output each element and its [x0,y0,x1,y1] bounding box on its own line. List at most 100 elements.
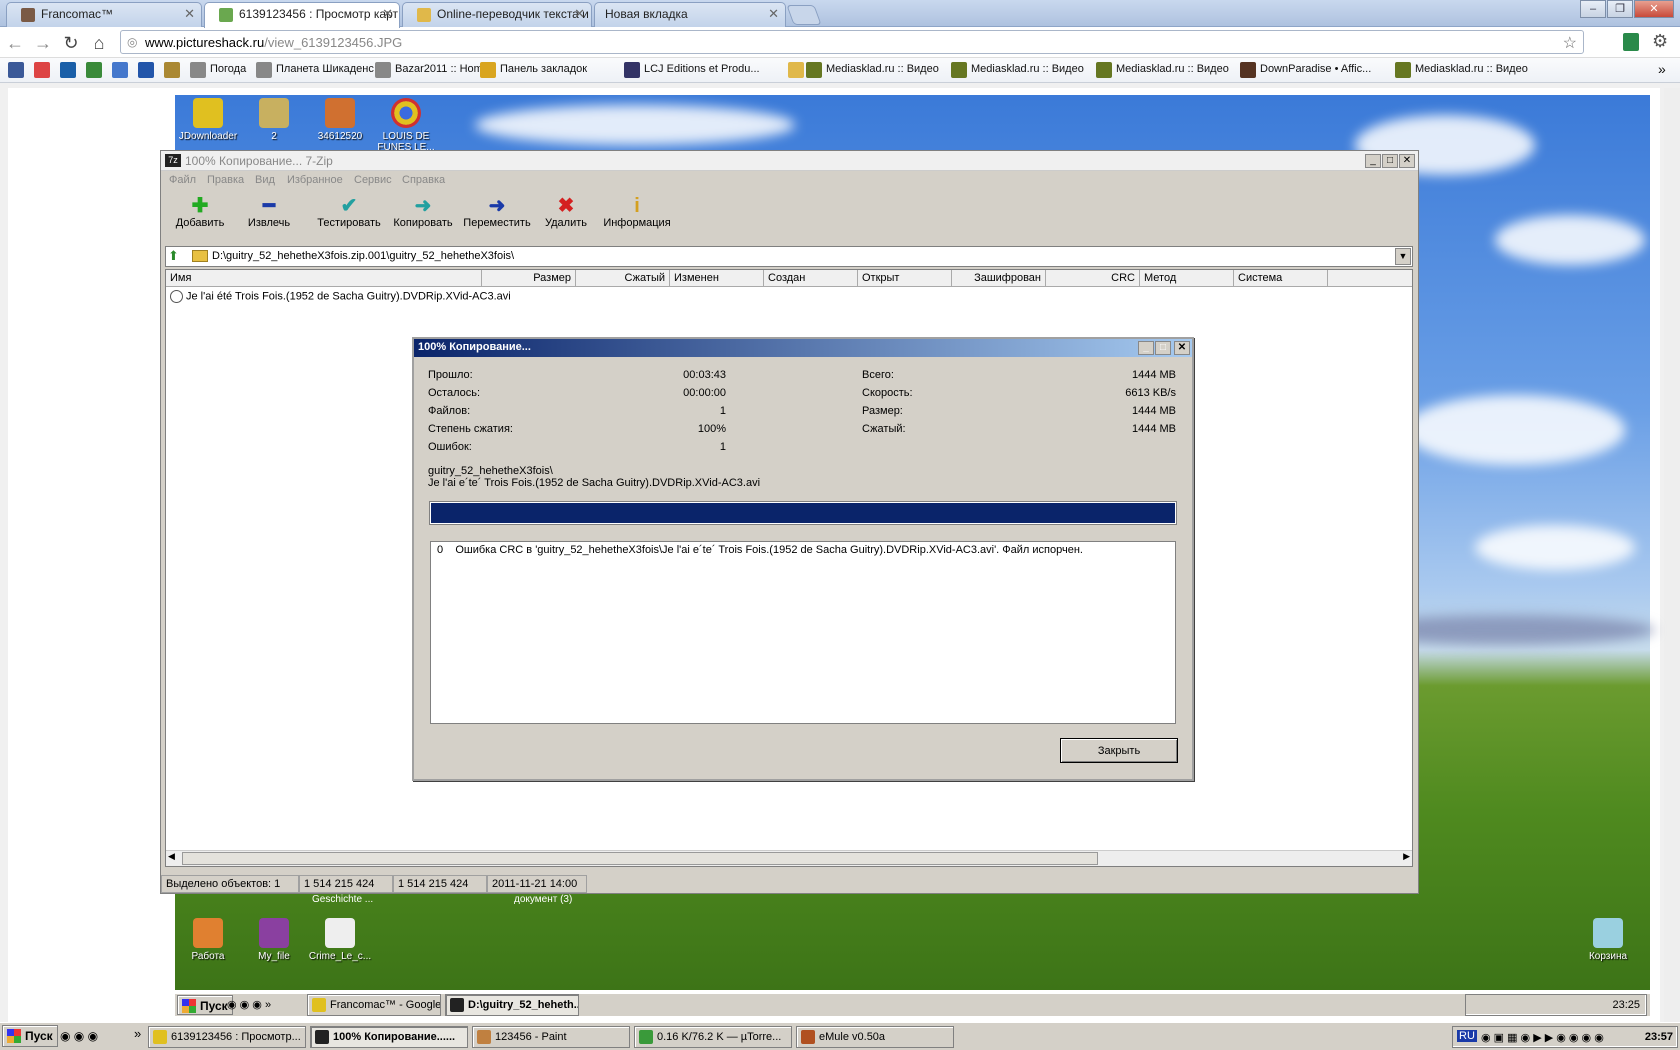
desktop-icon-crime[interactable]: Crime_Le_c... [308,918,372,962]
new-tab-button[interactable] [786,5,822,25]
quicklaunch-icons[interactable]: ◉ ◉ ◉ [60,1029,98,1043]
add-button[interactable]: ✚ Добавить [165,195,235,229]
home-icon[interactable]: ⌂ [88,32,110,54]
copy-button[interactable]: ➜ Копировать [383,195,463,229]
col-encrypted[interactable]: Зашифрован [952,270,1046,287]
menu-file[interactable]: Файл [169,174,196,186]
col-accessed[interactable]: Открыт [858,270,952,287]
error-log[interactable]: 0 Ошибка CRC в 'guitry_52_hehetheX3fois\… [430,541,1176,724]
menu-edit[interactable]: Правка [207,174,244,186]
minimize-button[interactable]: _ [1138,341,1154,355]
close-tab-icon[interactable]: ✕ [382,6,393,22]
maximize-button[interactable]: ❐ [1607,0,1633,18]
bookmark-icon[interactable] [1240,62,1256,78]
desktop-icon-myfile[interactable]: My_file [242,918,306,962]
bookmark-item[interactable]: Mediasklad.ru :: Видео [826,63,939,75]
bookmark-icon[interactable] [164,62,180,78]
bookmark-icon[interactable] [375,62,391,78]
move-button[interactable]: ➜ Переместить [457,195,537,229]
menu-view[interactable]: Вид [255,174,275,186]
bookmark-item[interactable]: Mediasklad.ru :: Видео [1116,63,1229,75]
bookmark-icon[interactable] [138,62,154,78]
col-created[interactable]: Создан [764,270,858,287]
extension-icon[interactable] [1623,33,1639,51]
scroll-left-icon[interactable]: ◀ [168,851,175,862]
bookmark-item[interactable]: Mediasklad.ru :: Видео [971,63,1084,75]
bookmark-icon[interactable] [112,62,128,78]
bookmark-item[interactable]: Bazar2011 :: Home [395,63,489,75]
bookmark-icon[interactable] [256,62,272,78]
bookmark-icon[interactable] [788,62,804,78]
task-chrome[interactable]: 6139123456 : Просмотр... [148,1026,306,1048]
tray-icons[interactable]: ◉ ▣ ▦ ◉ ▶ ▶ ◉ ◉ ◉ ◉ [1481,1031,1604,1044]
task-7zip[interactable]: 100% Копирование...... [310,1026,468,1048]
tab-new[interactable]: Новая вкладка ✕ [594,2,786,27]
close-window-button[interactable]: ✕ [1634,0,1674,18]
desktop-icon-archive[interactable]: 34612520 [308,98,372,142]
bookmark-icon[interactable] [1096,62,1112,78]
bookmark-star-icon[interactable]: ☆ [1563,33,1577,53]
col-name[interactable]: Имя [166,270,482,287]
horizontal-scrollbar[interactable]: ◀ ▶ [166,850,1412,866]
col-crc[interactable]: CRC [1046,270,1140,287]
menu-favorites[interactable]: Избранное [287,174,343,186]
desktop-icon-louis[interactable]: LOUIS DE FUNES LE... [374,98,438,153]
minimize-button[interactable]: _ [1365,154,1381,168]
menu-help[interactable]: Справка [402,174,445,186]
screenshot-task-chrome[interactable]: Francomac™ - Google C... [307,994,441,1016]
scroll-thumb[interactable] [182,852,1098,865]
bookmark-icon[interactable] [480,62,496,78]
col-modified[interactable]: Изменен [670,270,764,287]
quicklaunch-overflow[interactable]: » [134,1026,141,1041]
desktop-icon-jdownloader[interactable]: JDownloader [176,98,240,142]
chevron-down-icon[interactable]: ▼ [1395,248,1411,265]
test-button[interactable]: ✔ Тестировать [309,195,389,229]
bookmark-item[interactable]: Панель закладок [500,63,587,75]
tab-pictureshack[interactable]: 6139123456 : Просмотр карт ✕ [204,2,400,28]
7zip-path-bar[interactable]: ⬆ D:\guitry_52_hehetheX3fois.zip.001\gui… [165,246,1413,267]
close-tab-icon[interactable]: ✕ [768,6,779,22]
folder-up-icon[interactable]: ⬆ [168,248,179,264]
screenshot-start-button[interactable]: Пуск [177,995,233,1015]
info-button[interactable]: i Информация [595,195,679,229]
maximize-button[interactable]: □ [1382,154,1398,168]
close-tab-icon[interactable]: ✕ [574,6,585,22]
tab-translator[interactable]: Online-переводчик текста и ✕ [402,2,592,27]
bookmark-icon[interactable] [60,62,76,78]
close-button[interactable]: ✕ [1174,341,1190,355]
bookmark-icon[interactable] [86,62,102,78]
wrench-icon[interactable]: ⚙ [1652,31,1668,52]
bookmark-icon[interactable] [624,62,640,78]
col-size[interactable]: Размер [482,270,576,287]
delete-button[interactable]: ✖ Удалить [529,195,603,229]
menu-tools[interactable]: Сервис [354,174,392,186]
tab-francomac[interactable]: Francomac™ ✕ [6,2,202,27]
bookmark-item[interactable]: Mediasklad.ru :: Видео [1415,63,1528,75]
task-utorrent[interactable]: 0.16 K/76.2 K — µTorre... [634,1026,792,1048]
extract-button[interactable]: ━ Извлечь [234,195,304,229]
address-bar[interactable]: ◎ www.pictureshack.ru/view_6139123456.JP… [120,30,1584,54]
bookmark-item[interactable]: DownParadise • Affic... [1260,63,1371,75]
close-tab-icon[interactable]: ✕ [184,6,195,22]
quicklaunch-icons[interactable]: ◉ ◉ ◉ » [227,998,271,1011]
close-button[interactable]: ✕ [1399,154,1415,168]
bookmark-icon[interactable] [1395,62,1411,78]
task-paint[interactable]: 123456 - Paint [472,1026,630,1048]
bookmark-icon[interactable] [8,62,24,78]
bookmarks-overflow[interactable]: » [1658,61,1666,77]
desktop-icon-2[interactable]: 2 [242,98,306,142]
bookmark-item[interactable]: Планета Шикаденс [276,63,374,75]
maximize-button[interactable]: □ [1155,341,1171,355]
reload-icon[interactable]: ↻ [60,32,82,54]
col-system[interactable]: Система [1234,270,1328,287]
bookmark-icon[interactable] [951,62,967,78]
back-icon[interactable]: ← [4,32,26,54]
screenshot-task-7zip[interactable]: D:\guitry_52_heheth... [445,994,579,1016]
7zip-titlebar[interactable]: 7z 100% Копирование... 7-Zip _ □ ✕ [161,151,1418,171]
col-method[interactable]: Метод [1140,270,1234,287]
desktop-icon-recycle[interactable]: Корзина [1576,918,1640,962]
bookmark-item[interactable]: LCJ Editions et Produ... [644,63,760,75]
desktop-icon-rabota[interactable]: Работа [176,918,240,962]
scroll-right-icon[interactable]: ▶ [1403,851,1410,862]
dialog-titlebar[interactable]: 100% Копирование... _ □ ✕ [414,339,1192,357]
